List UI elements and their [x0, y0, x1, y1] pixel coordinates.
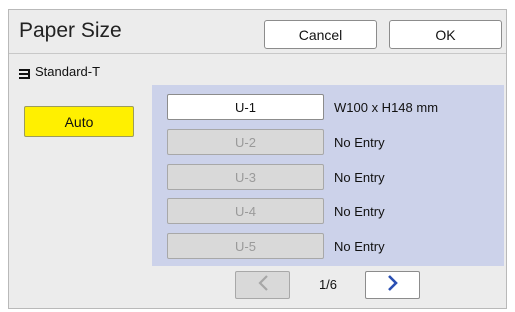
list-item: U-5 No Entry: [152, 233, 504, 259]
list-item: U-2 No Entry: [152, 129, 504, 155]
page-indicator: 1/6: [318, 277, 338, 292]
list-item: U-1 W100 x H148 mm: [152, 94, 504, 120]
page-title: Paper Size: [19, 19, 122, 42]
dialog-header: Paper Size Cancel OK: [9, 10, 506, 54]
list-item: U-3 No Entry: [152, 164, 504, 190]
size-description: No Entry: [334, 169, 385, 185]
size-button-u3[interactable]: U-3: [167, 164, 324, 190]
size-description: W100 x H148 mm: [334, 99, 439, 115]
chevron-left-icon: [256, 274, 270, 297]
size-button-u2[interactable]: U-2: [167, 129, 324, 155]
size-description: No Entry: [334, 203, 385, 219]
size-description: No Entry: [334, 134, 385, 150]
auto-button[interactable]: Auto: [24, 106, 134, 137]
tray-indicator: Standard-T: [19, 64, 100, 79]
size-description: No Entry: [334, 238, 385, 254]
size-button-u1[interactable]: U-1: [167, 94, 324, 120]
list-item: U-4 No Entry: [152, 198, 504, 224]
next-page-button[interactable]: [365, 271, 420, 299]
size-button-u4[interactable]: U-4: [167, 198, 324, 224]
chevron-right-icon: [386, 274, 400, 297]
paper-size-list: U-1 W100 x H148 mm U-2 No Entry U-3 No E…: [152, 85, 504, 266]
cancel-button[interactable]: Cancel: [264, 20, 377, 49]
tray-label: Standard-T: [35, 64, 101, 79]
paper-size-dialog: Paper Size Cancel OK Standard-T Auto U-1…: [8, 9, 507, 309]
previous-page-button[interactable]: [235, 271, 290, 299]
ok-button[interactable]: OK: [389, 20, 502, 49]
size-button-u5[interactable]: U-5: [167, 233, 324, 259]
paper-stack-icon: [19, 67, 30, 79]
